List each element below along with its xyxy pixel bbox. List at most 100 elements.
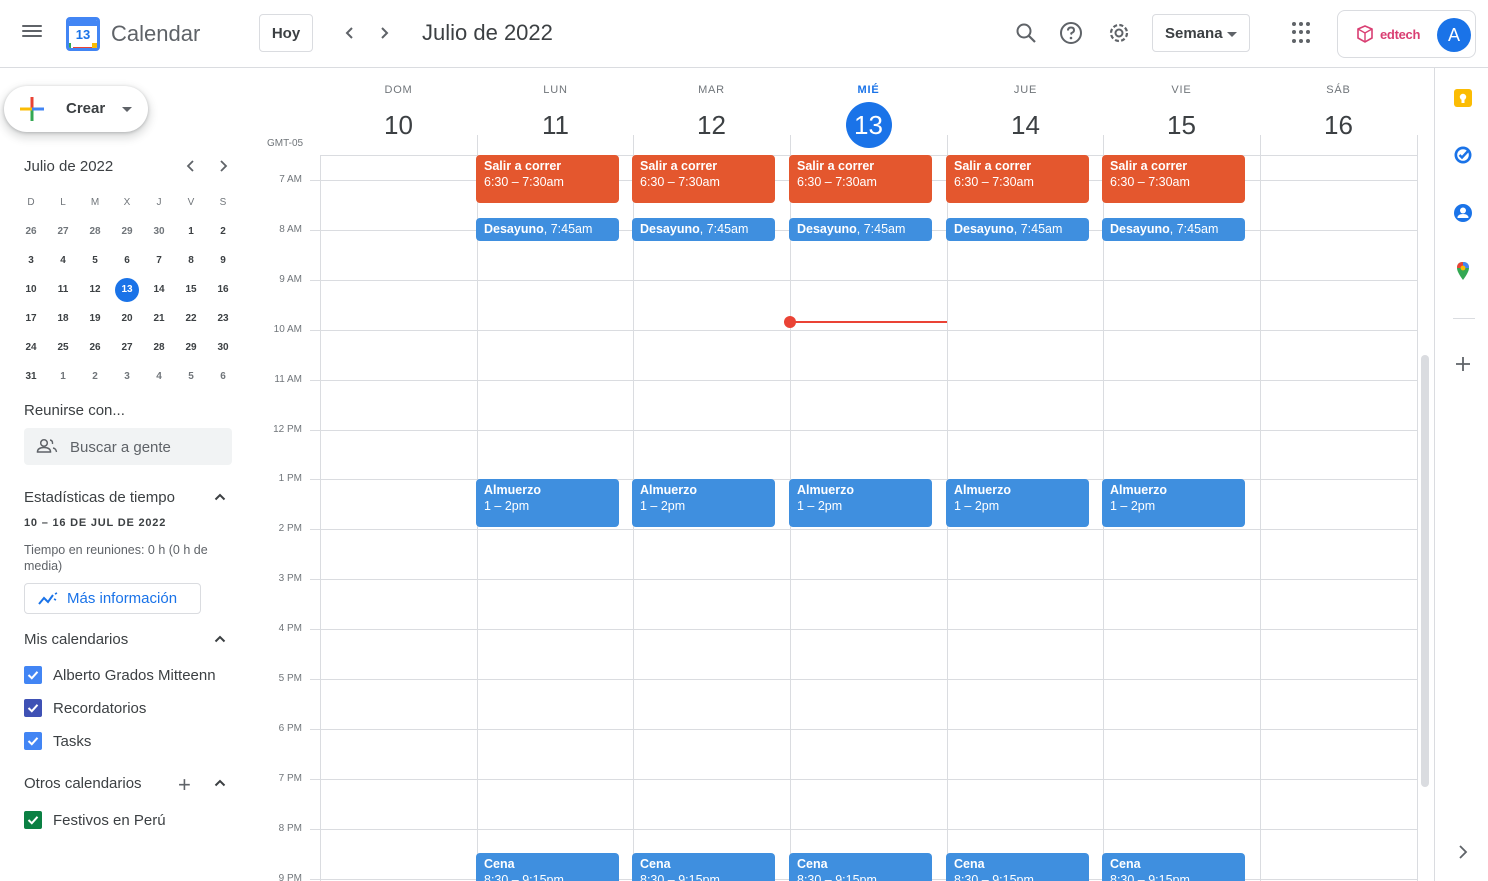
grid-scrollbar[interactable] [1421,355,1429,787]
calendar-item[interactable]: Alberto Grados Mitteenn [24,664,216,686]
today-date-number[interactable]: 13 [845,102,892,148]
more-info-button[interactable]: Más información [24,583,201,614]
next-week-icon[interactable] [372,21,396,45]
mini-calendar-day[interactable]: 28 [143,342,175,353]
mini-calendar-day[interactable]: 9 [207,255,239,266]
mini-calendar-day[interactable]: 22 [175,313,207,324]
my-calendars-title[interactable]: Mis calendarios [24,631,128,648]
mini-calendar-day[interactable]: 26 [79,342,111,353]
tasks-icon[interactable] [1453,145,1473,165]
event-desayuno[interactable]: Desayuno, 7:45am [789,218,932,241]
maps-icon[interactable] [1453,261,1473,281]
event-almuerzo[interactable]: Almuerzo 1 – 2pm [946,479,1089,527]
collapse-chevron-up-icon[interactable] [214,777,226,789]
event-cena[interactable]: Cena 8:30 – 9:15pm [946,853,1089,881]
mini-calendar-day[interactable]: 3 [111,371,143,382]
event-almuerzo[interactable]: Almuerzo 1 – 2pm [789,479,932,527]
mini-calendar-day[interactable]: 27 [47,226,79,237]
date-number[interactable]: 14 [1003,102,1049,148]
keep-icon[interactable] [1453,88,1473,108]
mini-calendar-day[interactable]: 27 [111,342,143,353]
search-people-input[interactable]: Buscar a gente [24,428,232,465]
date-number[interactable]: 10 [376,102,422,148]
mini-calendar-day[interactable]: 26 [15,226,47,237]
calendar-checkbox[interactable] [24,732,42,750]
mini-calendar-next-icon[interactable] [213,156,233,177]
mini-calendar-day[interactable]: 28 [79,226,111,237]
mini-calendar-day[interactable]: 29 [175,342,207,353]
mini-calendar-day[interactable]: 19 [79,313,111,324]
day-column-header[interactable]: MAR 12 [633,84,790,148]
collapse-chevron-up-icon[interactable] [214,491,226,503]
today-button[interactable]: Hoy [259,14,313,52]
mini-calendar-day[interactable]: 30 [143,226,175,237]
mini-calendar-day[interactable]: 5 [175,371,207,382]
account-switcher[interactable]: edtech A [1337,10,1476,58]
event-salir-a-correr[interactable]: Salir a correr 6:30 – 7:30am [632,155,775,203]
collapse-chevron-up-icon[interactable] [214,633,226,645]
contacts-icon[interactable] [1453,203,1473,223]
mini-calendar-day[interactable]: 29 [111,226,143,237]
mini-calendar-day[interactable]: 14 [143,284,175,295]
help-icon[interactable] [1056,18,1086,48]
mini-calendar-day[interactable]: 1 [47,371,79,382]
date-number[interactable]: 15 [1159,102,1205,148]
day-column-header[interactable]: VIE 15 [1103,84,1260,148]
view-selector[interactable]: Semana [1152,14,1250,52]
settings-gear-icon[interactable] [1104,18,1134,48]
mini-calendar-day[interactable]: 3 [15,255,47,266]
main-menu-icon[interactable] [20,22,44,46]
mini-calendar-day[interactable]: 25 [47,342,79,353]
mini-calendar-day[interactable]: 15 [175,284,207,295]
mini-calendar-day[interactable]: 18 [47,313,79,324]
event-salir-a-correr[interactable]: Salir a correr 6:30 – 7:30am [789,155,932,203]
event-desayuno[interactable]: Desayuno, 7:45am [1102,218,1245,241]
event-cena[interactable]: Cena 8:30 – 9:15pm [789,853,932,881]
event-salir-a-correr[interactable]: Salir a correr 6:30 – 7:30am [1102,155,1245,203]
expand-panel-chevron-icon[interactable] [1453,842,1473,862]
event-salir-a-correr[interactable]: Salir a correr 6:30 – 7:30am [946,155,1089,203]
calendar-checkbox[interactable] [24,666,42,684]
calendar-item[interactable]: Festivos en Perú [24,809,166,831]
event-cena[interactable]: Cena 8:30 – 9:15pm [476,853,619,881]
event-desayuno[interactable]: Desayuno, 7:45am [946,218,1089,241]
calendar-item[interactable]: Recordatorios [24,697,146,719]
mini-calendar-day[interactable]: 30 [207,342,239,353]
mini-calendar-day[interactable]: 6 [207,371,239,382]
date-number[interactable]: 11 [533,102,579,148]
date-number[interactable]: 12 [689,102,735,148]
mini-calendar-day[interactable]: 16 [207,284,239,295]
calendar-item[interactable]: Tasks [24,730,91,752]
event-almuerzo[interactable]: Almuerzo 1 – 2pm [1102,479,1245,527]
mini-calendar-day[interactable]: 24 [15,342,47,353]
event-salir-a-correr[interactable]: Salir a correr 6:30 – 7:30am [476,155,619,203]
app-title[interactable]: Calendar [111,21,200,47]
event-almuerzo[interactable]: Almuerzo 1 – 2pm [632,479,775,527]
mini-calendar-day[interactable]: 23 [207,313,239,324]
day-column-header[interactable]: MIÉ 13 [790,84,947,148]
event-cena[interactable]: Cena 8:30 – 9:15pm [1102,853,1245,881]
day-column-header[interactable]: SÁB 16 [1260,84,1417,148]
add-addon-plus-icon[interactable] [1453,354,1473,374]
day-column-header[interactable]: DOM 10 [320,84,477,148]
event-almuerzo[interactable]: Almuerzo 1 – 2pm [476,479,619,527]
mini-calendar-today[interactable]: 13 [111,277,143,302]
mini-calendar-day[interactable]: 31 [15,371,47,382]
avatar[interactable]: A [1437,18,1471,52]
event-desayuno[interactable]: Desayuno, 7:45am [632,218,775,241]
previous-week-icon[interactable] [338,21,362,45]
mini-calendar-day[interactable]: 2 [207,226,239,237]
mini-calendar-day[interactable]: 10 [15,284,47,295]
mini-calendar-day[interactable]: 7 [143,255,175,266]
search-icon[interactable] [1011,18,1041,48]
mini-calendar-day[interactable]: 4 [143,371,175,382]
calendar-checkbox[interactable] [24,699,42,717]
date-number[interactable]: 16 [1316,102,1362,148]
mini-calendar-day[interactable]: 11 [47,284,79,295]
mini-calendar-day[interactable]: 21 [143,313,175,324]
google-apps-icon[interactable] [1292,22,1314,44]
mini-calendar-day[interactable]: 4 [47,255,79,266]
mini-calendar-day[interactable]: 2 [79,371,111,382]
mini-calendar-day[interactable]: 6 [111,255,143,266]
create-button[interactable]: Crear [4,86,148,132]
